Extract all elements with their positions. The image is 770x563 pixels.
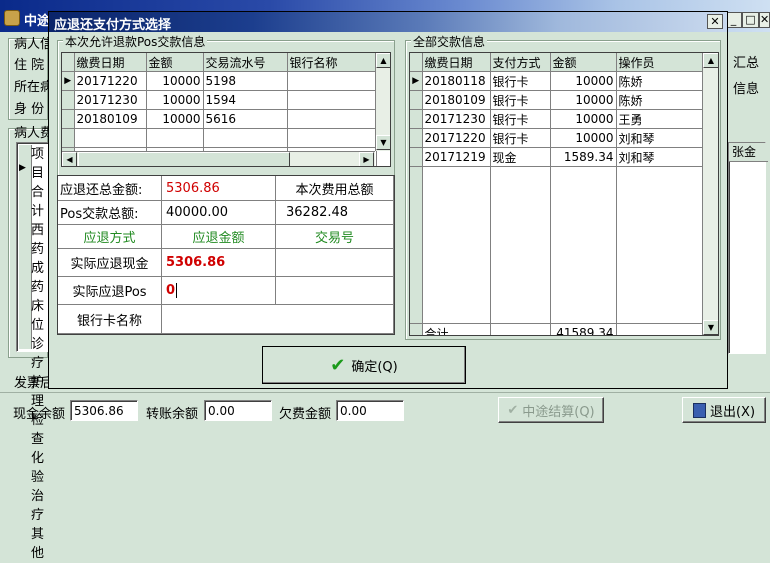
cash-balance-field[interactable]: 5306.86 [70,400,138,421]
list-item[interactable]: 化验 [31,449,49,487]
refund-total-label: 应退还总金额: [58,176,162,201]
table-row[interactable]: 20171220 银行卡 10000 刘和琴 [410,128,704,148]
dialog-title: 应退还支付方式选择 [54,18,172,33]
actual-cash-txn[interactable] [276,249,394,277]
table-row[interactable]: ▶ 20180118 银行卡 10000 陈娇 [410,71,704,91]
table-row[interactable]: 20171219 现金 1589.34 刘和琴 [410,147,704,167]
pos-vertical-scrollbar[interactable]: ▲ ▼ [375,53,390,151]
arrears-field[interactable]: 0.00 [336,400,404,421]
actual-pos-label: 实际应退Pos [58,277,162,305]
refund-payment-dialog: 应退还支付方式选择 ✕ 本次允许退款Pos交款信息 缴费日期 金额 交易流水号 … [48,11,728,389]
row-indicator-icon: ▶ [19,163,26,173]
right-list[interactable]: 张金 [728,142,768,354]
fee-list[interactable]: ▶ 项目 合计 西药 成药 床位 诊疗 护理 检查 化验 治疗 其他 [16,142,50,561]
all-vertical-scrollbar[interactable]: ▲ ▼ [702,53,718,335]
col-header-amount[interactable]: 金额 [146,53,204,72]
all-group-title: 全部交款信息 [411,33,488,50]
current-fee-value: 36282.48 [276,201,394,225]
list-item: 项目 [31,147,45,181]
scroll-down-icon[interactable]: ▼ [703,320,718,335]
refund-form: 应退还总金额: 5306.86 本次费用总额 Pos交款总额: 40000.00… [57,175,395,335]
actual-pos-input[interactable]: 0 [162,277,276,305]
admission-label: 住 院 [14,58,45,73]
pos-total-value: 40000.00 [162,201,276,225]
col-header-amount[interactable]: 金额 [550,53,617,72]
arrears-label: 欠费金额 [279,407,332,422]
col-txn-header: 交易号 [276,225,394,249]
list-item[interactable]: 合计 [31,183,49,221]
scroll-down-icon[interactable]: ▼ [376,135,390,150]
right-list-header: 张金 [729,143,768,162]
summary-label: 汇总 [733,56,760,71]
exit-door-icon [692,402,706,418]
close-icon[interactable]: ✕ [759,12,770,28]
cash-balance-label: 现金余额 [13,407,66,422]
all-total-amount: 41589.34 [550,323,617,335]
transfer-balance-field[interactable]: 0.00 [204,400,272,421]
app-icon [4,10,20,26]
identity-label: 身 份 [14,102,45,117]
app-title: 中途 [24,14,51,29]
col-header-serial[interactable]: 交易流水号 [203,53,288,72]
scroll-up-icon[interactable]: ▲ [376,53,390,68]
list-item[interactable]: 成药 [31,259,49,297]
col-amount-header: 应退金额 [162,225,276,249]
table-row[interactable]: ▶ 20171220 10000 5198 [62,71,377,91]
scroll-thumb[interactable] [78,152,290,166]
check-icon: ✔ [330,354,346,376]
scroll-right-icon[interactable]: ▶ [359,152,374,166]
row-indicator-icon: ▶ [62,71,75,91]
pos-grid[interactable]: 缴费日期 金额 交易流水号 银行名称 ▶ 20171220 10000 5198… [61,52,391,167]
col-header-method[interactable]: 支付方式 [490,53,551,72]
actual-pos-txn[interactable] [276,277,394,305]
midway-settle-button[interactable]: ✔ 中途结算(Q) [498,397,604,423]
text-cursor [176,283,178,298]
bank-card-label: 银行卡名称 [58,305,162,334]
maximize-icon[interactable]: □ [742,12,759,28]
table-row[interactable]: 20180109 银行卡 10000 陈娇 [410,90,704,110]
col-header-operator[interactable]: 操作员 [616,53,704,72]
col-header-date[interactable]: 缴费日期 [422,53,491,72]
table-row[interactable]: 20171230 10000 1594 [62,90,377,110]
col-header-date[interactable]: 缴费日期 [74,53,147,72]
all-payment-grid[interactable]: 缴费日期 支付方式 金额 操作员 ▶ 20180118 银行卡 10000 陈娇… [409,52,719,336]
transfer-balance-label: 转账余额 [146,407,199,422]
list-item[interactable]: 诊疗 [31,335,49,373]
actual-cash-label: 实际应退现金 [58,249,162,277]
col-method-header: 应退方式 [58,225,162,249]
scroll-left-icon[interactable]: ◀ [62,152,77,166]
row-indicator-icon: ▶ [410,71,423,91]
table-row[interactable]: 20171230 银行卡 10000 王勇 [410,109,704,129]
pos-horizontal-scrollbar[interactable]: ◀ ▶ [62,151,375,166]
pos-group-title: 本次允许退款Pos交款信息 [63,33,208,50]
list-item[interactable]: 其他 [31,525,49,563]
total-row: 合计 41589.34 [410,323,704,335]
list-item[interactable]: 治疗 [31,487,49,525]
footer-divider [0,392,770,393]
bank-card-input[interactable] [162,305,394,334]
current-fee-label: 本次费用总额 [276,176,394,201]
list-item[interactable]: 西药 [31,221,49,259]
pos-total-label: Pos交款总额: [58,201,162,225]
actual-cash-value[interactable]: 5306.86 [162,249,276,277]
scroll-up-icon[interactable]: ▲ [703,53,718,68]
check-icon: ✔ [507,402,519,418]
dialog-close-icon[interactable]: ✕ [707,14,723,29]
table-row[interactable]: 20180109 10000 5616 [62,109,377,129]
exit-button[interactable]: 退出(X) [682,397,766,423]
col-header-bank[interactable]: 银行名称 [287,53,377,72]
all-total-label: 合计 [422,323,491,335]
list-item[interactable]: 床位 [31,297,49,335]
info-label: 信息 [733,82,760,97]
confirm-button[interactable]: ✔ 确定(Q) [262,346,466,384]
refund-total-value: 5306.86 [162,176,276,201]
